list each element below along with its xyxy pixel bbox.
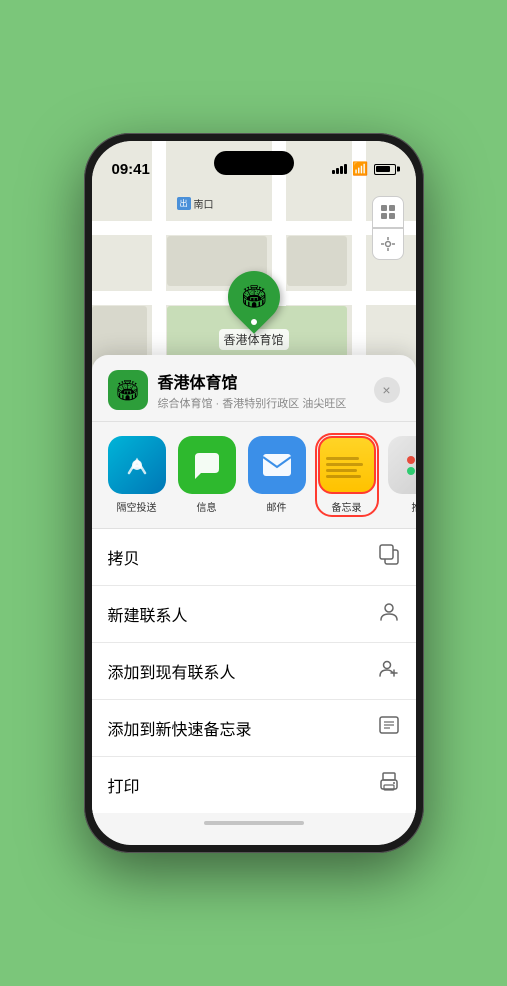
- action-list: 拷贝 新建联系人: [92, 529, 416, 813]
- print-label: 打印: [108, 773, 140, 797]
- copy-label: 拷贝: [108, 545, 140, 569]
- mail-label: 邮件: [267, 499, 287, 514]
- signal-bar-1: [332, 170, 335, 174]
- copy-icon: [378, 543, 400, 571]
- wifi-icon: 📶: [352, 161, 368, 177]
- map-station-label: 出 南口: [177, 196, 214, 211]
- share-item-messages[interactable]: 信息: [178, 436, 236, 514]
- road-h1: [92, 221, 416, 235]
- messages-label: 信息: [197, 499, 217, 514]
- airdrop-label: 隔空投送: [117, 499, 157, 514]
- stadium-pin-icon: 🏟: [240, 284, 268, 310]
- battery-fill: [376, 166, 390, 172]
- messages-svg: [191, 449, 223, 481]
- print-icon: [378, 771, 400, 799]
- add-contact-label: 添加到现有联系人: [108, 659, 236, 683]
- map-type-icon: [380, 204, 396, 220]
- action-print[interactable]: 打印: [92, 757, 416, 813]
- airdrop-icon: [108, 436, 166, 494]
- venue-icon: 🏟: [108, 370, 148, 410]
- share-item-airdrop[interactable]: 隔空投送: [108, 436, 166, 514]
- signal-bar-3: [340, 166, 343, 174]
- action-new-contact[interactable]: 新建联系人: [92, 586, 416, 643]
- airdrop-svg: [123, 451, 151, 479]
- share-row: 隔空投送 信息: [92, 422, 416, 529]
- quick-note-icon: [378, 714, 400, 742]
- status-bar: 09:41 📶: [92, 141, 416, 185]
- venue-info: 香港体育馆 综合体育馆 · 香港特别行政区 油尖旺区: [158, 369, 374, 411]
- signal-bar-4: [344, 164, 347, 174]
- station-name: 南口: [194, 196, 214, 211]
- home-indicator: [204, 821, 304, 825]
- action-add-contact[interactable]: 添加到现有联系人: [92, 643, 416, 700]
- battery-icon: [374, 164, 396, 175]
- messages-icon: [178, 436, 236, 494]
- more-icon: [388, 436, 416, 494]
- action-copy[interactable]: 拷贝: [92, 529, 416, 586]
- share-item-more[interactable]: 推: [388, 436, 416, 514]
- notes-label: 备忘录: [332, 499, 362, 514]
- more-label: 推: [412, 499, 416, 514]
- share-item-notes[interactable]: 备忘录: [318, 436, 376, 514]
- map-type-button[interactable]: [372, 196, 404, 228]
- stadium-marker[interactable]: 🏟 香港体育馆: [218, 271, 288, 350]
- phone-frame: 09:41 📶: [84, 133, 424, 853]
- location-icon: [381, 237, 395, 251]
- location-button[interactable]: [372, 228, 404, 260]
- add-contact-icon: [378, 657, 400, 685]
- mail-svg: [262, 453, 292, 477]
- bottom-sheet: 🏟 香港体育馆 综合体育馆 · 香港特别行政区 油尖旺区 ×: [92, 355, 416, 845]
- more-dots-grid: [407, 456, 416, 475]
- close-button[interactable]: ×: [374, 377, 400, 403]
- status-icons: 📶: [332, 161, 395, 177]
- phone-screen: 09:41 📶: [92, 141, 416, 845]
- status-time: 09:41: [112, 161, 150, 178]
- dynamic-island: [214, 151, 294, 175]
- mail-icon: [248, 436, 306, 494]
- signal-bar-2: [336, 168, 339, 174]
- venue-description: 综合体育馆 · 香港特别行政区 油尖旺区: [158, 395, 374, 411]
- share-item-mail[interactable]: 邮件: [248, 436, 306, 514]
- new-contact-icon: [378, 600, 400, 628]
- venue-header: 🏟 香港体育馆 综合体育馆 · 香港特别行政区 油尖旺区 ×: [92, 355, 416, 422]
- notes-icon: [318, 436, 376, 494]
- map-controls: [372, 196, 404, 260]
- new-contact-label: 新建联系人: [108, 602, 188, 626]
- quick-note-label: 添加到新快速备忘录: [108, 716, 252, 740]
- block-2: [287, 236, 347, 286]
- action-quick-note[interactable]: 添加到新快速备忘录: [92, 700, 416, 757]
- signal-bars: [332, 164, 347, 174]
- station-badge: 出: [177, 197, 191, 210]
- stadium-pin-dot: [250, 319, 256, 325]
- venue-name: 香港体育馆: [158, 369, 374, 393]
